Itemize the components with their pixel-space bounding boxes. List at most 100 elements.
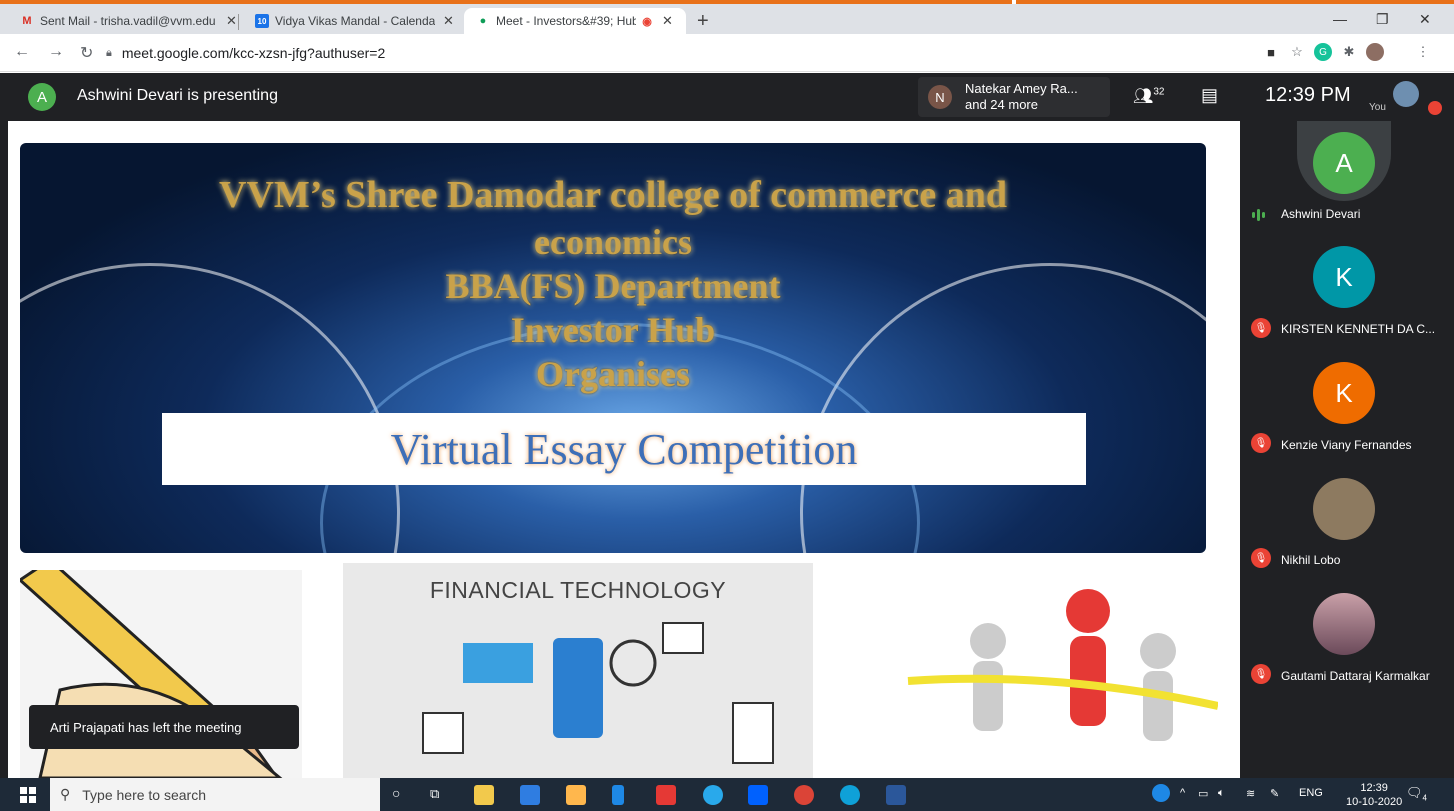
participant-avatar[interactable]: A [1313,132,1375,194]
participant-name: Ashwini Devari [1281,207,1361,221]
menu-icon[interactable]: ⋮ [1414,43,1432,61]
people-count: 32 [1153,86,1165,98]
mic-off-icon: 🎙︎ [1251,664,1271,684]
browser-tab-strip: M Sent Mail - trisha.vadil@vvm.edu ✕ 10 … [0,4,1454,34]
sidebar-footer [1240,696,1454,778]
tab-separator [238,14,239,30]
address-bar[interactable]: 🔒︎ meet.google.com/kcc-xzsn-jfg?authuser… [106,39,1234,67]
slide-line-4: Investor Hub [510,310,716,350]
edge-icon[interactable] [840,785,860,805]
forward-icon[interactable]: → [48,43,64,61]
recording-icon: ◉ [642,15,652,28]
participant-chip-more: and 24 more [965,97,1038,112]
mail-icon[interactable] [520,785,540,805]
clock-time: 12:39 [1360,782,1388,794]
language-indicator[interactable]: ENG [1299,787,1323,799]
clock-date: 10-10-2020 [1346,796,1403,808]
notification-count: 4 [1422,793,1427,803]
fintech-title: FINANCIAL TECHNOLOGY [429,577,727,603]
calendar-icon: 10 [255,14,269,28]
bookmark-star-icon[interactable]: ☆ [1288,43,1306,61]
file-explorer-icon[interactable] [474,785,494,805]
presenter-avatar: A [28,83,56,111]
task-view-icon[interactable]: ⧉ [430,786,439,802]
mic-off-icon: 🎙︎ [1251,433,1271,453]
cortana-icon[interactable]: ○ [392,785,400,801]
gmail-icon: M [22,15,32,27]
chrome-icon[interactable] [794,785,814,805]
url-text: meet.google.com/kcc-xzsn-jfg?authuser=2 [121,45,386,61]
vscode-icon[interactable] [612,785,624,805]
extensions-icon[interactable]: ✱ [1340,43,1358,61]
wifi-icon[interactable]: ≋ [1246,787,1255,800]
grammarly-icon[interactable]: G [1314,43,1332,61]
slide-line-5: Organises [535,354,690,394]
slide-banner: VVM’s Shree Damodar college of commerce … [20,143,1206,553]
mic-off-icon: 🎙︎ [1251,318,1271,338]
show-hidden-icons[interactable]: ^ [1180,787,1185,799]
participant-chip[interactable]: N Natekar Amey Ra... and 24 more [918,77,1110,117]
slide-line-2: economics [534,222,692,262]
participant-avatar[interactable]: K [1313,246,1375,308]
self-avatar[interactable] [1393,81,1419,107]
pen-icon[interactable]: ✎ [1270,787,1279,800]
participant-avatar[interactable]: K [1313,362,1375,424]
meet-top-bar: A Ashwini Devari is presenting N Natekar… [0,73,1454,121]
windows-taskbar: ⚲ Type here to search ○ ⧉ ^ ▭ 🔈︎ ≋ ✎ ENG… [0,778,1454,811]
tab-title: Meet - Investors&#39; Hub [496,14,636,28]
help-icon[interactable] [1152,784,1170,802]
back-icon[interactable]: ← [14,43,30,61]
reload-icon[interactable]: ↻ [80,43,93,63]
profile-avatar[interactable] [1366,43,1384,61]
maximize-button[interactable]: ❐ [1376,11,1389,28]
search-placeholder: Type here to search [82,786,207,803]
fintech-illustration: FINANCIAL TECHNOLOGY [343,563,813,778]
minimize-button[interactable]: — [1333,11,1347,27]
tab-sent-mail[interactable]: M Sent Mail - trisha.vadil@vvm.edu ✕ [8,8,246,34]
browser-toolbar: ← → ↻ 🔒︎ meet.google.com/kcc-xzsn-jfg?au… [0,34,1454,72]
event-title: Virtual Essay Competition [390,424,858,474]
people-icon: 👥︎ [1133,88,1154,105]
mic-off-icon: 🎙︎ [1251,548,1271,568]
participant-avatar[interactable] [1313,593,1375,655]
race-illustration [898,581,1219,778]
camera-icon[interactable]: ■ [1262,43,1280,61]
close-icon[interactable]: ✕ [443,13,454,29]
close-icon[interactable]: ✕ [662,13,673,29]
telegram-icon[interactable] [703,785,723,805]
participant-chip-name: Natekar Amey Ra... [965,81,1078,96]
runners-graphic [907,589,1219,741]
people-button[interactable]: 👥︎32 [1133,86,1164,106]
presentation-slide: VVM’s Shree Damodar college of commerce … [8,121,1240,778]
tab-title: Sent Mail - trisha.vadil@vvm.edu [40,14,216,28]
chat-icon[interactable]: ▤ [1201,85,1218,106]
windows-start-icon[interactable] [20,787,36,803]
participant-avatar[interactable] [1313,478,1375,540]
tab-calendar[interactable]: 10 Vidya Vikas Mandal - Calendar - ✕ [243,8,461,34]
meeting-clock: 12:39 PM [1265,84,1351,106]
taskbar-clock[interactable]: 12:39 10-10-2020 [1346,781,1402,809]
presenting-label: Ashwini Devari is presenting [77,87,278,104]
event-title-box: Virtual Essay Competition [162,413,1086,485]
tab-title: Vidya Vikas Mandal - Calendar - [275,14,435,28]
close-icon[interactable]: ✕ [226,13,237,29]
self-label: You [1369,102,1386,113]
close-window-button[interactable]: ✕ [1419,11,1431,28]
avatar: N [928,85,952,109]
notifications-icon[interactable]: 🗨︎4 [1406,785,1427,803]
presentation-stage: VVM’s Shree Damodar college of commerce … [0,121,1240,778]
slide-line-3: BBA(FS) Department [445,266,781,306]
speaking-icon [1252,209,1265,221]
store-icon[interactable] [566,785,586,805]
taskbar-search[interactable]: ⚲ Type here to search [50,778,380,811]
dropbox-icon[interactable] [748,785,768,805]
new-tab-button[interactable]: + [697,10,709,33]
volume-icon[interactable]: 🔈︎ [1218,787,1225,800]
word-icon[interactable] [886,785,906,805]
app-icon[interactable] [656,785,676,805]
slide-line-1: VVM’s Shree Damodar college of commerce … [219,174,1007,216]
tab-meet[interactable]: ● Meet - Investors&#39; Hub ◉ ✕ [464,8,686,34]
battery-icon[interactable]: ▭ [1198,787,1208,800]
participant-name: Kenzie Viany Fernandes [1281,438,1412,452]
lock-icon: 🔒︎ [106,46,112,59]
